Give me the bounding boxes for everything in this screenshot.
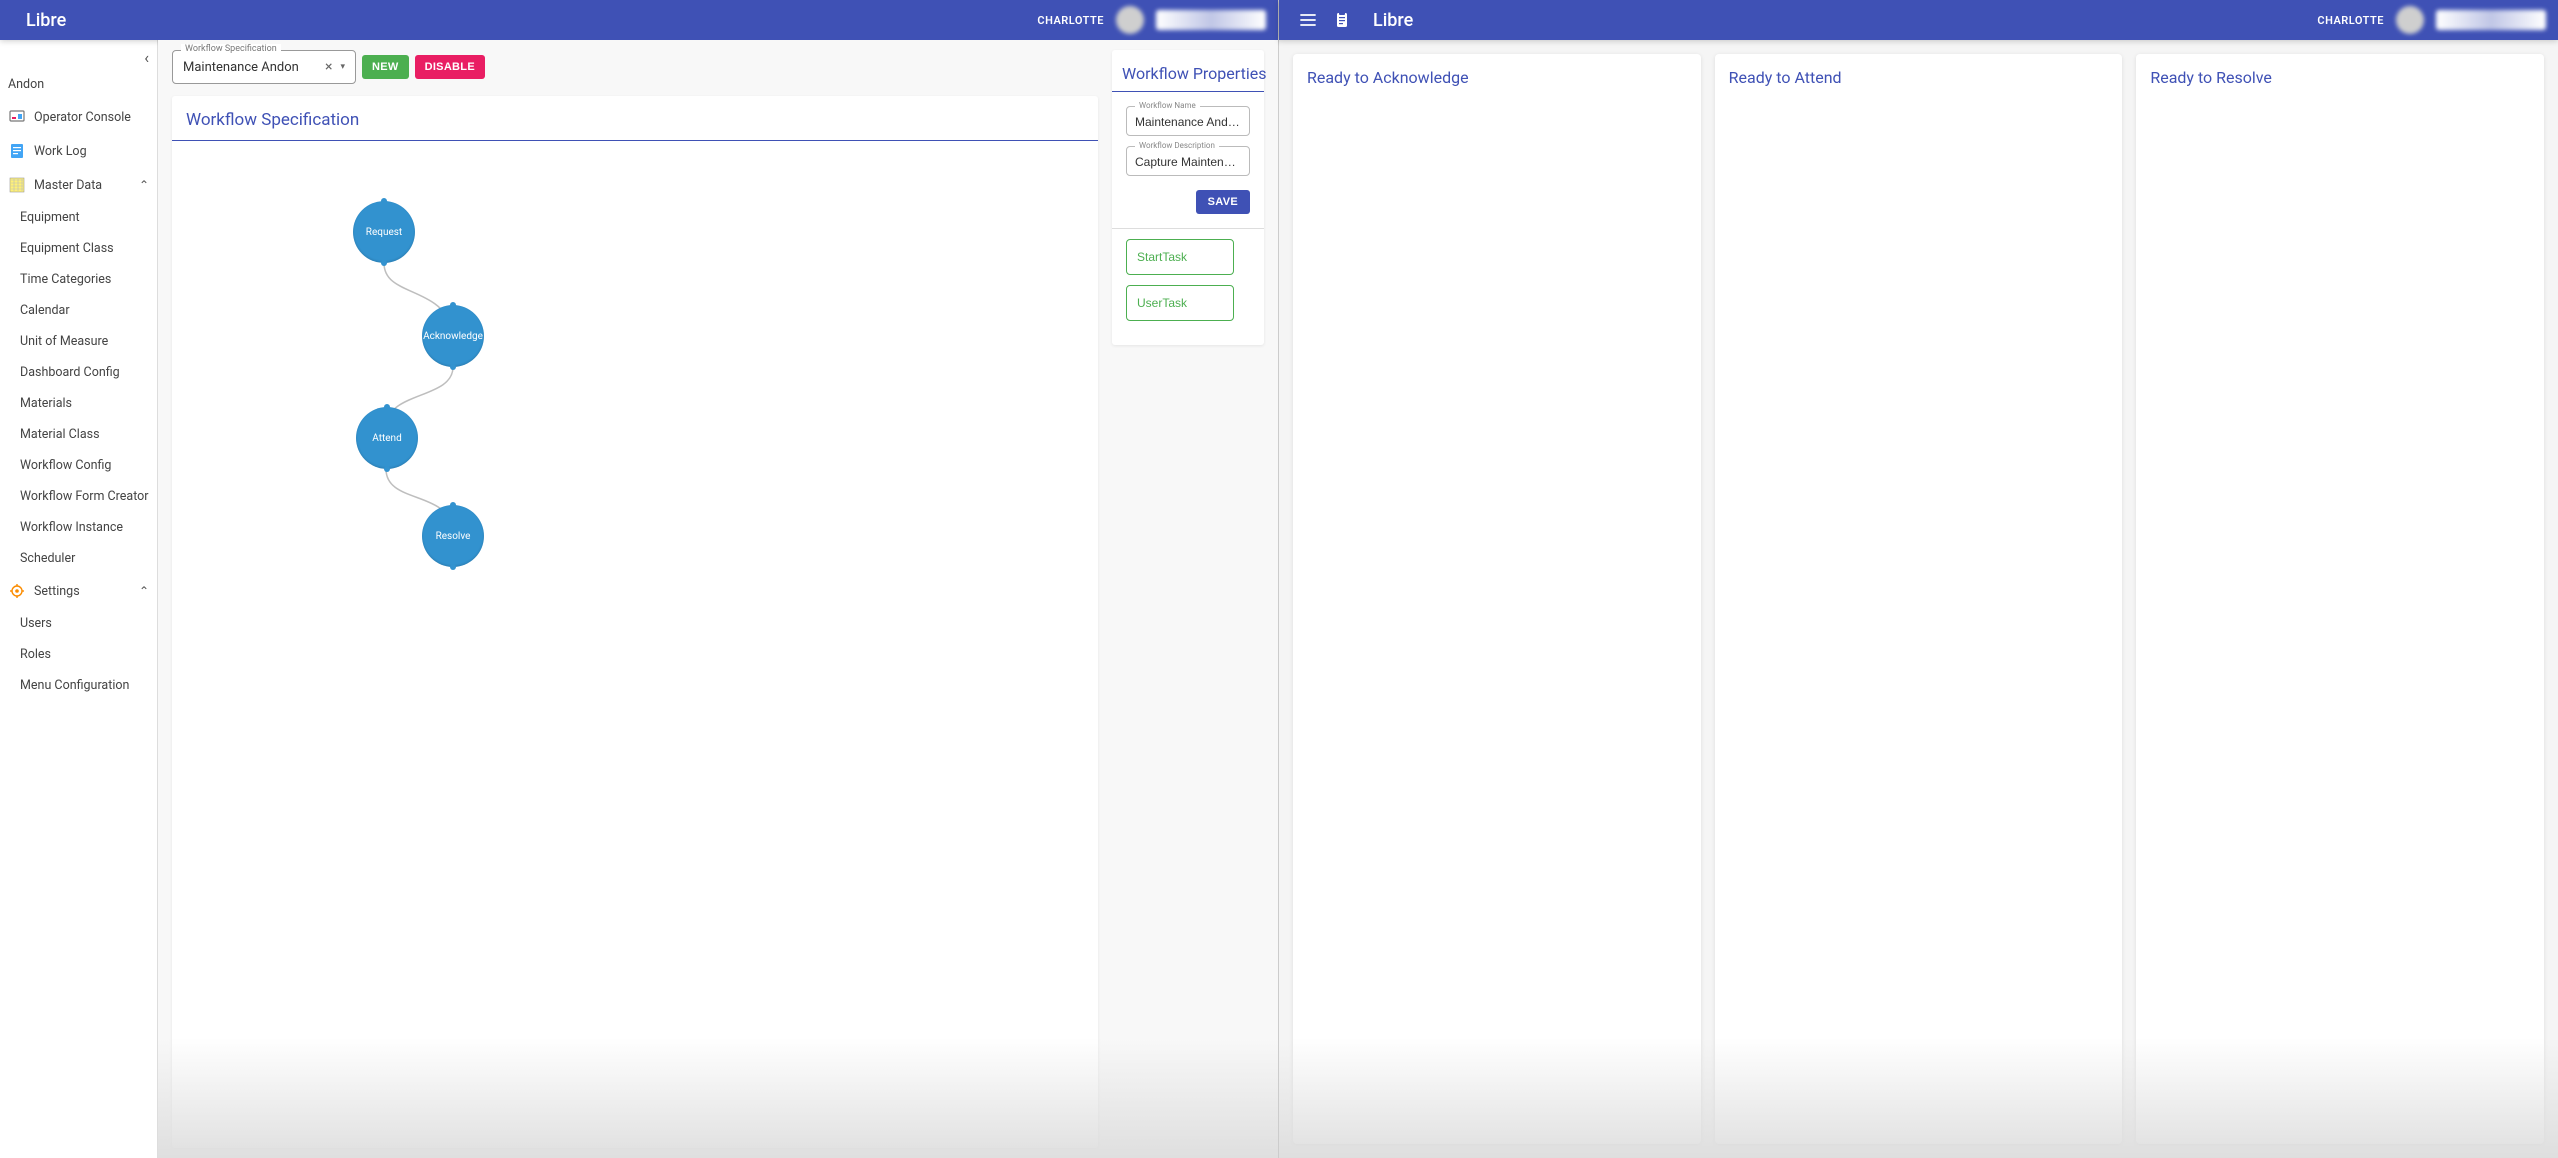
- close-icon[interactable]: ×: [321, 59, 336, 75]
- sidebar-item-label: Equipment: [20, 210, 80, 225]
- sidebar-item-master-data[interactable]: Master Data ⌃: [0, 168, 157, 202]
- sidebar-item-roles[interactable]: Roles: [0, 639, 157, 670]
- properties-title: Workflow Properties: [1112, 50, 1264, 91]
- workflow-spec-select[interactable]: Workflow Specification Maintenance Andon…: [172, 50, 356, 84]
- log-icon: [8, 142, 26, 160]
- workflow-spec-value: Maintenance Andon: [183, 60, 321, 75]
- kanban-board: Ready to Acknowledge Ready to Attend Rea…: [1279, 40, 2558, 1158]
- avatar[interactable]: [2396, 6, 2424, 34]
- column-ready-to-acknowledge[interactable]: Ready to Acknowledge: [1293, 54, 1701, 1144]
- column-title: Ready to Attend: [1729, 68, 2109, 87]
- sidebar-item-label: Settings: [34, 584, 80, 599]
- sidebar-item-label: Master Data: [34, 178, 102, 193]
- gear-icon: [8, 582, 26, 600]
- disable-button[interactable]: DISABLE: [415, 55, 485, 79]
- left-header: Libre CHARLOTTE: [0, 0, 1278, 40]
- sidebar-item-material-class[interactable]: Material Class: [0, 419, 157, 450]
- sidebar-item-unit-of-measure[interactable]: Unit of Measure: [0, 326, 157, 357]
- avatar[interactable]: [1116, 6, 1144, 34]
- chevron-up-icon: ⌃: [139, 584, 149, 598]
- sidebar-item-materials[interactable]: Materials: [0, 388, 157, 419]
- sidebar-item-label: Menu Configuration: [20, 678, 129, 693]
- user-name[interactable]: CHARLOTTE: [2317, 14, 2384, 27]
- sidebar-item-workflow-config[interactable]: Workflow Config: [0, 450, 157, 481]
- column-title: Ready to Acknowledge: [1307, 68, 1687, 87]
- column-ready-to-resolve[interactable]: Ready to Resolve: [2136, 54, 2544, 1144]
- node-label: Acknowledge: [423, 331, 483, 342]
- chevron-left-icon[interactable]: ‹: [144, 48, 149, 67]
- right-header: Libre CHARLOTTE: [1279, 0, 2558, 40]
- sidebar: ‹ Andon Operator Console Work Log: [0, 40, 158, 1158]
- sidebar-item-label: Workflow Instance: [20, 520, 123, 535]
- sidebar-item-time-categories[interactable]: Time Categories: [0, 264, 157, 295]
- sidebar-item-label: Workflow Config: [20, 458, 111, 473]
- menu-icon[interactable]: [1291, 3, 1325, 37]
- node-label: Request: [366, 227, 402, 238]
- workflow-name-field[interactable]: Workflow Name: [1126, 106, 1250, 136]
- sidebar-item-users[interactable]: Users: [0, 608, 157, 639]
- master-data-icon: [8, 176, 26, 194]
- column-title: Ready to Resolve: [2150, 68, 2530, 87]
- chevron-up-icon: ⌃: [139, 178, 149, 192]
- sidebar-item-label: Material Class: [20, 427, 100, 442]
- sidebar-item-label: Operator Console: [34, 110, 131, 125]
- sidebar-item-label: Andon: [8, 77, 44, 92]
- sidebar-item-label: Scheduler: [20, 551, 75, 566]
- sidebar-item-equipment[interactable]: Equipment: [0, 202, 157, 233]
- node-label: Resolve: [436, 531, 471, 542]
- start-task-button[interactable]: StartTask: [1126, 239, 1234, 275]
- workflow-diagram[interactable]: Request Acknowledge Attend Resolve: [172, 141, 1098, 701]
- console-icon: [8, 108, 26, 126]
- sidebar-item-label: Workflow Form Creator: [20, 489, 149, 504]
- field-label: Workflow Specification: [181, 44, 281, 54]
- spec-title: Workflow Specification: [172, 96, 1098, 138]
- sidebar-item-menu-configuration[interactable]: Menu Configuration: [0, 670, 157, 701]
- sidebar-item-equipment-class[interactable]: Equipment Class: [0, 233, 157, 264]
- sidebar-item-label: Roles: [20, 647, 51, 662]
- node-resolve[interactable]: Resolve: [422, 505, 484, 567]
- sidebar-item-dashboard-config[interactable]: Dashboard Config: [0, 357, 157, 388]
- new-button[interactable]: NEW: [362, 55, 409, 79]
- app-title: Libre: [26, 10, 66, 31]
- sidebar-item-workflow-form-creator[interactable]: Workflow Form Creator: [0, 481, 157, 512]
- sidebar-item-scheduler[interactable]: Scheduler: [0, 543, 157, 574]
- clipboard-icon[interactable]: [1325, 3, 1359, 37]
- sidebar-item-label: Dashboard Config: [20, 365, 120, 380]
- brand-logo: [2436, 10, 2546, 30]
- sidebar-item-work-log[interactable]: Work Log: [0, 134, 157, 168]
- node-acknowledge[interactable]: Acknowledge: [422, 305, 484, 367]
- sidebar-item-workflow-instance[interactable]: Workflow Instance: [0, 512, 157, 543]
- brand-logo: [1156, 10, 1266, 30]
- workflow-description-input[interactable]: [1127, 147, 1249, 175]
- workflow-description-field[interactable]: Workflow Description: [1126, 146, 1250, 176]
- sidebar-item-settings[interactable]: Settings ⌃: [0, 574, 157, 608]
- field-label: Workflow Name: [1135, 101, 1200, 110]
- node-attend[interactable]: Attend: [356, 407, 418, 469]
- field-label: Workflow Description: [1135, 141, 1219, 150]
- workflow-name-input[interactable]: [1127, 107, 1249, 135]
- sidebar-item-label: Users: [20, 616, 52, 631]
- sidebar-item-operator-console[interactable]: Operator Console: [0, 100, 157, 134]
- column-ready-to-attend[interactable]: Ready to Attend: [1715, 54, 2123, 1144]
- save-button[interactable]: SAVE: [1196, 190, 1250, 214]
- sidebar-item-label: Time Categories: [20, 272, 111, 287]
- sidebar-item-label: Equipment Class: [20, 241, 114, 256]
- app-title: Libre: [1373, 10, 1413, 31]
- sidebar-item-label: Materials: [20, 396, 72, 411]
- sidebar-item-label: Calendar: [20, 303, 70, 318]
- chevron-down-icon[interactable]: ▾: [336, 62, 349, 72]
- sidebar-item-calendar[interactable]: Calendar: [0, 295, 157, 326]
- node-label: Attend: [372, 433, 401, 444]
- diagram-edges: [172, 141, 1098, 701]
- sidebar-item-label: Work Log: [34, 144, 87, 159]
- user-task-button[interactable]: UserTask: [1126, 285, 1234, 321]
- user-name[interactable]: CHARLOTTE: [1037, 14, 1104, 27]
- sidebar-item-andon[interactable]: Andon: [0, 69, 157, 100]
- node-request[interactable]: Request: [353, 201, 415, 263]
- sidebar-item-label: Unit of Measure: [20, 334, 108, 349]
